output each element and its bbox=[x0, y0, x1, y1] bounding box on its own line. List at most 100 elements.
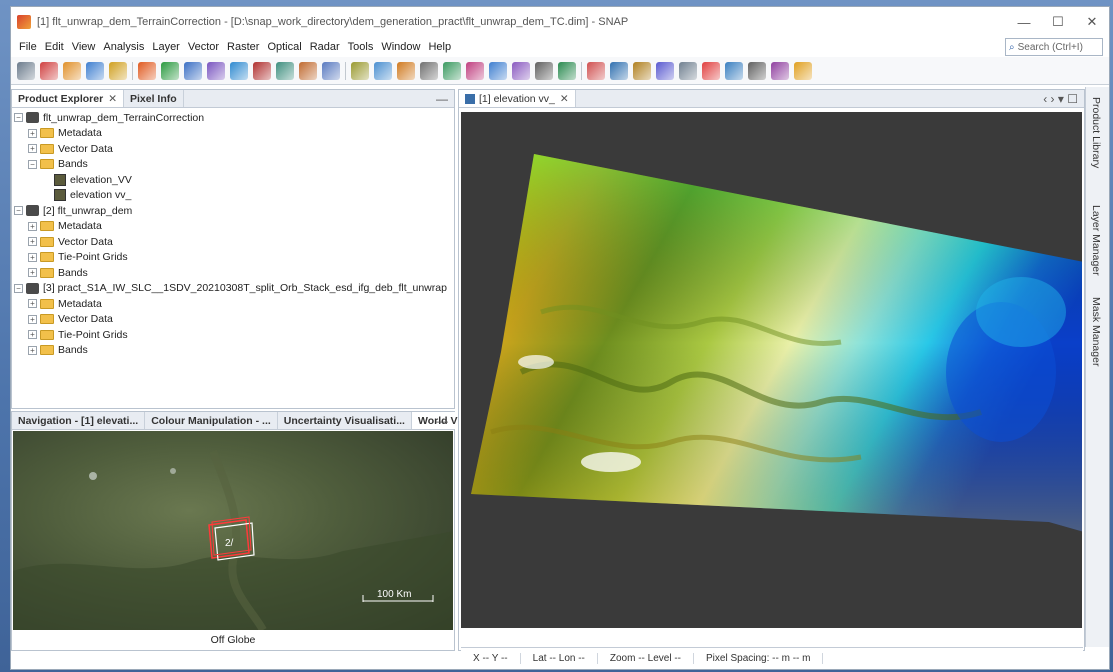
tree-node-folder[interactable]: + Vector Data bbox=[14, 234, 454, 250]
tree-node-folder[interactable]: − Bands bbox=[14, 157, 454, 173]
tab-navigation[interactable]: Navigation - [1] elevati... bbox=[12, 412, 146, 429]
close-icon[interactable]: ✕ bbox=[560, 93, 569, 105]
toolbar-tool-icon[interactable] bbox=[397, 61, 415, 80]
collapse-icon[interactable]: − bbox=[14, 283, 23, 293]
toolbar-tool-icon[interactable] bbox=[489, 61, 507, 80]
toolbar-tool-icon[interactable] bbox=[558, 61, 576, 80]
expand-icon[interactable]: + bbox=[28, 330, 37, 340]
toolbar-tool-icon[interactable] bbox=[610, 61, 628, 80]
toolbar-tool-icon[interactable] bbox=[748, 61, 766, 80]
toolbar-tool-icon[interactable] bbox=[420, 61, 438, 80]
toolbar-tool-icon[interactable] bbox=[794, 61, 812, 80]
menu-view[interactable]: View bbox=[68, 41, 100, 53]
tree-node-folder[interactable]: + Metadata bbox=[14, 126, 454, 142]
tree-node-folder[interactable]: + Tie-Point Grids bbox=[14, 327, 454, 343]
menu-radar[interactable]: Radar bbox=[306, 41, 344, 53]
toolbar-tool-icon[interactable] bbox=[207, 61, 225, 80]
menu-tools[interactable]: Tools bbox=[344, 41, 378, 53]
minimize-button[interactable]: — bbox=[1007, 7, 1041, 37]
tree-node-folder[interactable]: + Tie-Point Grids bbox=[14, 250, 454, 266]
expand-icon[interactable]: + bbox=[28, 221, 37, 231]
expand-icon[interactable]: + bbox=[28, 299, 37, 309]
toolbar-tool-icon[interactable] bbox=[184, 61, 202, 80]
toolbar-tool-icon[interactable] bbox=[633, 61, 651, 80]
toolbar-tool-icon[interactable] bbox=[299, 61, 317, 80]
toolbar-tool-icon[interactable] bbox=[535, 61, 553, 80]
toolbar-tool-icon[interactable] bbox=[86, 61, 104, 80]
side-tab-layer-manager[interactable]: Layer Manager bbox=[1090, 205, 1102, 276]
toolbar-tool-icon[interactable] bbox=[40, 61, 58, 80]
menu-layer[interactable]: Layer bbox=[148, 41, 184, 53]
menu-optical[interactable]: Optical bbox=[263, 41, 305, 53]
toolbar-tool-icon[interactable] bbox=[351, 61, 369, 80]
view-controls-icon[interactable]: ‹ › ▾ ☐ bbox=[1043, 92, 1078, 106]
expand-icon[interactable]: + bbox=[28, 345, 37, 355]
close-button[interactable]: ✕ bbox=[1075, 7, 1109, 37]
toolbar-tool-icon[interactable] bbox=[466, 61, 484, 80]
tab-elevation-view-label: [1] elevation vv_ bbox=[479, 92, 555, 105]
expand-icon[interactable]: + bbox=[28, 252, 37, 262]
tree-node-band[interactable]: elevation vv_ bbox=[14, 188, 454, 204]
expand-icon[interactable]: + bbox=[28, 268, 37, 278]
toolbar-tool-icon[interactable] bbox=[374, 61, 392, 80]
tree-node-band[interactable]: elevation_VV bbox=[14, 172, 454, 188]
menu-analysis[interactable]: Analysis bbox=[99, 41, 148, 53]
collapse-icon[interactable]: − bbox=[14, 206, 23, 216]
menu-edit[interactable]: Edit bbox=[41, 41, 68, 53]
tab-pixel-info[interactable]: Pixel Info bbox=[124, 90, 184, 107]
side-tab-mask-manager[interactable]: Mask Manager bbox=[1090, 297, 1102, 366]
tree-node-folder[interactable]: + Vector Data bbox=[14, 141, 454, 157]
toolbar-tool-icon[interactable] bbox=[512, 61, 530, 80]
toolbar-tool-icon[interactable] bbox=[771, 61, 789, 80]
menu-raster[interactable]: Raster bbox=[223, 41, 263, 53]
toolbar-tool-icon[interactable] bbox=[725, 61, 743, 80]
menu-help[interactable]: Help bbox=[424, 41, 455, 53]
toolbar-tool-icon[interactable] bbox=[587, 61, 605, 80]
tree-node-folder[interactable]: + Bands bbox=[14, 265, 454, 281]
tree-node-product[interactable]: − flt_unwrap_dem_TerrainCorrection bbox=[14, 110, 454, 126]
collapse-icon[interactable]: − bbox=[14, 113, 23, 123]
tree-node-folder[interactable]: + Metadata bbox=[14, 219, 454, 235]
tree-node-folder[interactable]: + Bands bbox=[14, 343, 454, 359]
expand-icon[interactable]: + bbox=[28, 314, 37, 324]
expand-icon[interactable]: + bbox=[28, 237, 37, 247]
toolbar-tool-icon[interactable] bbox=[443, 61, 461, 80]
status-bar: X -- Y -- Lat -- Lon -- Zoom -- Level --… bbox=[461, 647, 1083, 669]
toolbar-tool-icon[interactable] bbox=[702, 61, 720, 80]
toolbar-tool-icon[interactable] bbox=[253, 61, 271, 80]
image-canvas[interactable] bbox=[461, 112, 1082, 628]
menu-window[interactable]: Window bbox=[377, 41, 424, 53]
toolbar-tool-icon[interactable] bbox=[322, 61, 340, 80]
side-tab-product-library[interactable]: Product Library bbox=[1090, 97, 1102, 168]
toolbar-tool-icon[interactable] bbox=[109, 61, 127, 80]
tree-node-product[interactable]: − [2] flt_unwrap_dem bbox=[14, 203, 454, 219]
collapse-icon[interactable]: − bbox=[28, 159, 37, 169]
expand-icon[interactable]: + bbox=[28, 144, 37, 154]
maximize-button[interactable]: ☐ bbox=[1041, 7, 1075, 37]
tab-elevation-view[interactable]: [1] elevation vv_ ✕ bbox=[459, 90, 576, 107]
tree-node-product[interactable]: − [3] pract_S1A_IW_SLC__1SDV_20210308T_sp… bbox=[14, 281, 454, 297]
toolbar-tool-icon[interactable] bbox=[679, 61, 697, 80]
menu-file[interactable]: File bbox=[15, 41, 41, 53]
close-icon[interactable]: ✕ bbox=[108, 93, 117, 105]
toolbar-tool-icon[interactable] bbox=[230, 61, 248, 80]
tree-node-folder[interactable]: + Vector Data bbox=[14, 312, 454, 328]
world-view-map[interactable]: 2/ 100 Km bbox=[13, 431, 453, 630]
toolbar-tool-icon[interactable] bbox=[276, 61, 294, 80]
folder-icon bbox=[40, 252, 54, 263]
expand-icon[interactable]: + bbox=[28, 128, 37, 138]
tab-uncertainty-visualisation[interactable]: Uncertainty Visualisati... bbox=[278, 412, 412, 429]
tree-node-folder[interactable]: + Metadata bbox=[14, 296, 454, 312]
tab-product-explorer[interactable]: Product Explorer ✕ bbox=[12, 90, 124, 107]
tab-colour-manipulation[interactable]: Colour Manipulation - ... bbox=[145, 412, 278, 429]
minimize-panel-icon[interactable]: — bbox=[436, 414, 448, 428]
toolbar-tool-icon[interactable] bbox=[138, 61, 156, 80]
menu-vector[interactable]: Vector bbox=[184, 41, 223, 53]
search-box[interactable]: ⌕ Search (Ctrl+I) bbox=[1005, 38, 1103, 56]
minimize-panel-icon[interactable]: — bbox=[436, 92, 448, 106]
toolbar-tool-icon[interactable] bbox=[656, 61, 674, 80]
main-toolbar bbox=[11, 57, 1109, 85]
toolbar-tool-icon[interactable] bbox=[17, 61, 35, 80]
toolbar-tool-icon[interactable] bbox=[63, 61, 81, 80]
toolbar-tool-icon[interactable] bbox=[161, 61, 179, 80]
